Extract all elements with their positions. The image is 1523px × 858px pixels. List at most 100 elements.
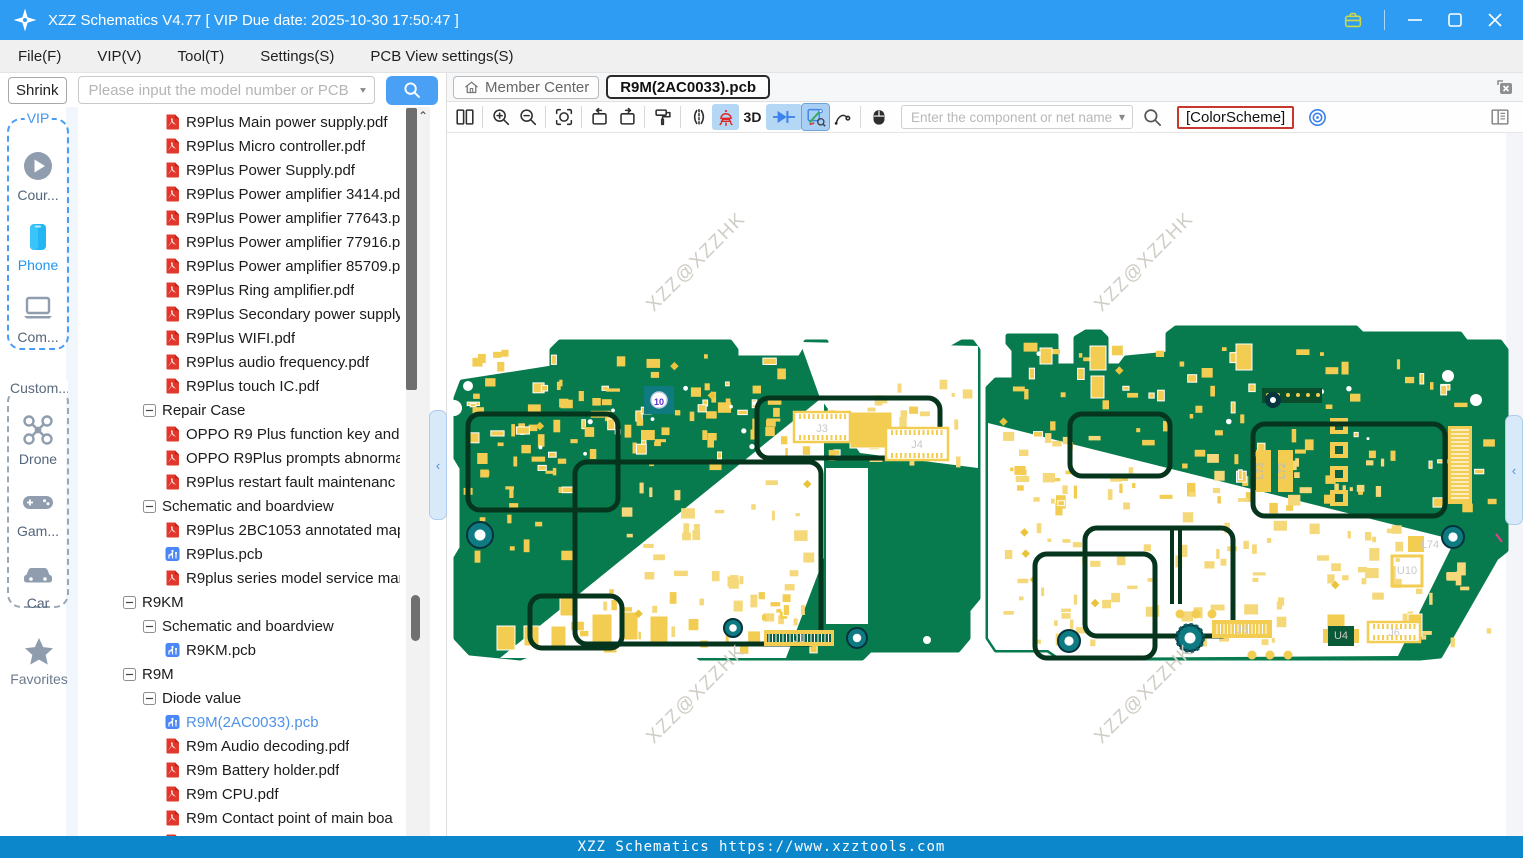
pdf-file-icon bbox=[165, 306, 180, 322]
scroll-up-icon[interactable]: ⌃ bbox=[418, 109, 428, 123]
tree-item[interactable]: OPPO R9 Plus function key and bbox=[78, 422, 400, 446]
star-icon bbox=[22, 635, 56, 669]
tree-item[interactable]: R9Plus Power Supply.pdf bbox=[78, 158, 400, 182]
collapse-right-panel-handle[interactable]: ‹ bbox=[1505, 415, 1523, 525]
chevron-down-icon[interactable]: ▾ bbox=[1119, 110, 1125, 124]
maximize-button[interactable] bbox=[1445, 10, 1465, 30]
tree-item[interactable]: R9Plus Power amplifier 3414.pd bbox=[78, 182, 400, 206]
sidebar-item-phone[interactable]: Phone bbox=[9, 220, 67, 273]
pcb-canvas[interactable]: 10 J3 J4 J1 J5 U4 J6 U10 L74 L73 L72 XZZ@XZZHK XZZ@X… bbox=[447, 133, 1523, 836]
visibility-eye-icon[interactable] bbox=[1307, 107, 1328, 128]
member-center-button[interactable]: Member Center bbox=[453, 75, 600, 99]
close-document-icon[interactable] bbox=[1494, 77, 1514, 97]
pdf-file-icon bbox=[165, 210, 180, 226]
sidebar-item-com[interactable]: Com... bbox=[9, 290, 67, 345]
tree-item[interactable]: R9m Contact point of main boa bbox=[78, 806, 400, 830]
collapse-minus-icon[interactable] bbox=[143, 691, 156, 705]
tree-item[interactable]: R9m CPU.pdf bbox=[78, 782, 400, 806]
rotate-right-icon[interactable] bbox=[613, 104, 640, 130]
rotate-left-icon[interactable] bbox=[586, 104, 613, 130]
tree-item-label: R9Plus audio frequency.pdf bbox=[186, 353, 370, 371]
shrink-button[interactable]: Shrink bbox=[8, 76, 67, 104]
tree-item[interactable]: R9Plus Power amplifier 77916.p bbox=[78, 230, 400, 254]
tree-group[interactable]: Diode value bbox=[78, 686, 400, 710]
tree-item[interactable]: R9m Audio decoding.pdf bbox=[78, 734, 400, 758]
sidebar-item-drone[interactable]: Drone bbox=[9, 412, 67, 467]
color-scheme-button[interactable]: [ColorScheme] bbox=[1177, 105, 1295, 129]
layers-panel-icon[interactable] bbox=[1489, 106, 1511, 128]
mirror-flip-icon[interactable] bbox=[685, 104, 712, 130]
collapse-minus-icon[interactable] bbox=[123, 595, 136, 609]
tree-group[interactable]: Schematic and boardview bbox=[78, 614, 400, 638]
zoom-in-icon[interactable] bbox=[487, 104, 514, 130]
tree-group[interactable]: Repair Case bbox=[78, 398, 400, 422]
tree-item[interactable]: R9Plus Power amplifier 77643.p bbox=[78, 206, 400, 230]
tree-item[interactable]: R9M(2AC0033).pcb bbox=[78, 710, 400, 734]
pdf-file-icon bbox=[165, 810, 180, 826]
zoom-out-icon[interactable] bbox=[514, 104, 541, 130]
collapse-minus-icon[interactable] bbox=[123, 667, 136, 681]
tree-item[interactable]: R9plus series model service mar bbox=[78, 566, 400, 590]
pcb-board-view[interactable]: 10 J3 J4 J1 J5 U4 J6 U10 L74 L73 L72 XZZ@XZZHK XZZ@X… bbox=[447, 133, 1523, 834]
curve-trace-icon[interactable] bbox=[829, 104, 856, 130]
fit-screen-icon[interactable] bbox=[550, 104, 577, 130]
tree-item-label: OPPO R9 Plus function key and bbox=[186, 425, 400, 443]
search-button[interactable] bbox=[386, 75, 438, 105]
tree-item[interactable]: R9Plus.pcb bbox=[78, 542, 400, 566]
collapse-minus-icon[interactable] bbox=[143, 499, 156, 513]
tree-item[interactable]: R9Plus Secondary power supply bbox=[78, 302, 400, 326]
toolbar-divider bbox=[860, 106, 861, 128]
tree-item[interactable]: R9m Battery holder.pdf bbox=[78, 758, 400, 782]
tree-item[interactable]: R9Plus Main power supply.pdf bbox=[78, 110, 400, 134]
lamp-highlight-icon[interactable] bbox=[712, 104, 739, 130]
tree-item[interactable]: R9Plus audio frequency.pdf bbox=[78, 350, 400, 374]
measure-tool-icon[interactable] bbox=[801, 103, 830, 131]
model-search-box[interactable]: ▾ bbox=[77, 76, 375, 104]
sidebar-item-car[interactable]: Car bbox=[9, 556, 67, 611]
sidebar-item-favorites[interactable]: Favorites bbox=[0, 635, 78, 687]
tree-group[interactable]: R9M bbox=[78, 662, 400, 686]
close-button[interactable] bbox=[1485, 10, 1505, 30]
component-net-search-box[interactable]: ▾ bbox=[901, 105, 1133, 129]
tree-item[interactable]: R9KM.pcb bbox=[78, 638, 400, 662]
outer-scrollbar-thumb[interactable] bbox=[411, 595, 420, 641]
paint-brush-icon[interactable] bbox=[649, 104, 676, 130]
tree-item[interactable]: R9Plus Ring amplifier.pdf bbox=[78, 278, 400, 302]
tree-item-label: Repair Case bbox=[162, 401, 246, 419]
minimize-button[interactable] bbox=[1405, 10, 1425, 30]
sidebar-item-gam[interactable]: Gam... bbox=[9, 484, 67, 539]
tree-item[interactable]: R9Plus 2BC1053 annotated map bbox=[78, 518, 400, 542]
net-search-icon[interactable] bbox=[1142, 107, 1163, 128]
tree-item[interactable] bbox=[78, 830, 400, 836]
collapse-minus-icon[interactable] bbox=[143, 403, 156, 417]
menu-item-3[interactable]: Tool(T) bbox=[178, 48, 225, 65]
vip-briefcase-icon[interactable] bbox=[1342, 9, 1364, 31]
tree-item[interactable]: R9Plus restart fault maintenanc bbox=[78, 470, 400, 494]
tree-item[interactable]: R9Plus Micro controller.pdf bbox=[78, 134, 400, 158]
collapse-minus-icon[interactable] bbox=[143, 619, 156, 633]
model-search-input[interactable] bbox=[86, 80, 360, 100]
tab-pcb-file[interactable]: R9M(2AC0033).pcb bbox=[606, 75, 771, 99]
sidebar-item-cour[interactable]: Cour... bbox=[9, 148, 67, 203]
component-net-search-input[interactable] bbox=[909, 108, 1119, 126]
component-label: L73 bbox=[1255, 462, 1266, 479]
pdf-file-icon bbox=[165, 234, 180, 250]
tree-item[interactable]: R9Plus touch IC.pdf bbox=[78, 374, 400, 398]
three-d-view-button[interactable]: 3D bbox=[739, 104, 766, 130]
split-view-icon[interactable] bbox=[451, 104, 478, 130]
diode-mode-icon[interactable] bbox=[766, 104, 802, 130]
chevron-down-icon[interactable]: ▾ bbox=[360, 84, 366, 95]
menu-item-1[interactable]: File(F) bbox=[18, 48, 61, 65]
tree-group[interactable]: R9KM bbox=[78, 590, 400, 614]
menu-item-4[interactable]: Settings(S) bbox=[260, 48, 334, 65]
tree-item[interactable]: OPPO R9Plus prompts abnorma bbox=[78, 446, 400, 470]
tree-item[interactable]: R9Plus Power amplifier 85709.p bbox=[78, 254, 400, 278]
tree-group[interactable]: Schematic and boardview bbox=[78, 494, 400, 518]
collapse-left-panel-handle[interactable]: ‹ bbox=[429, 410, 447, 520]
menu-item-2[interactable]: VIP(V) bbox=[97, 48, 141, 65]
mouse-settings-icon[interactable] bbox=[865, 104, 892, 130]
menu-item-5[interactable]: PCB View settings(S) bbox=[370, 48, 513, 65]
tree-item-label: R9Plus Power amplifier 77916.p bbox=[186, 233, 400, 251]
tree-item[interactable]: R9Plus WIFI.pdf bbox=[78, 326, 400, 350]
tree-scrollbar-thumb[interactable] bbox=[406, 108, 417, 390]
